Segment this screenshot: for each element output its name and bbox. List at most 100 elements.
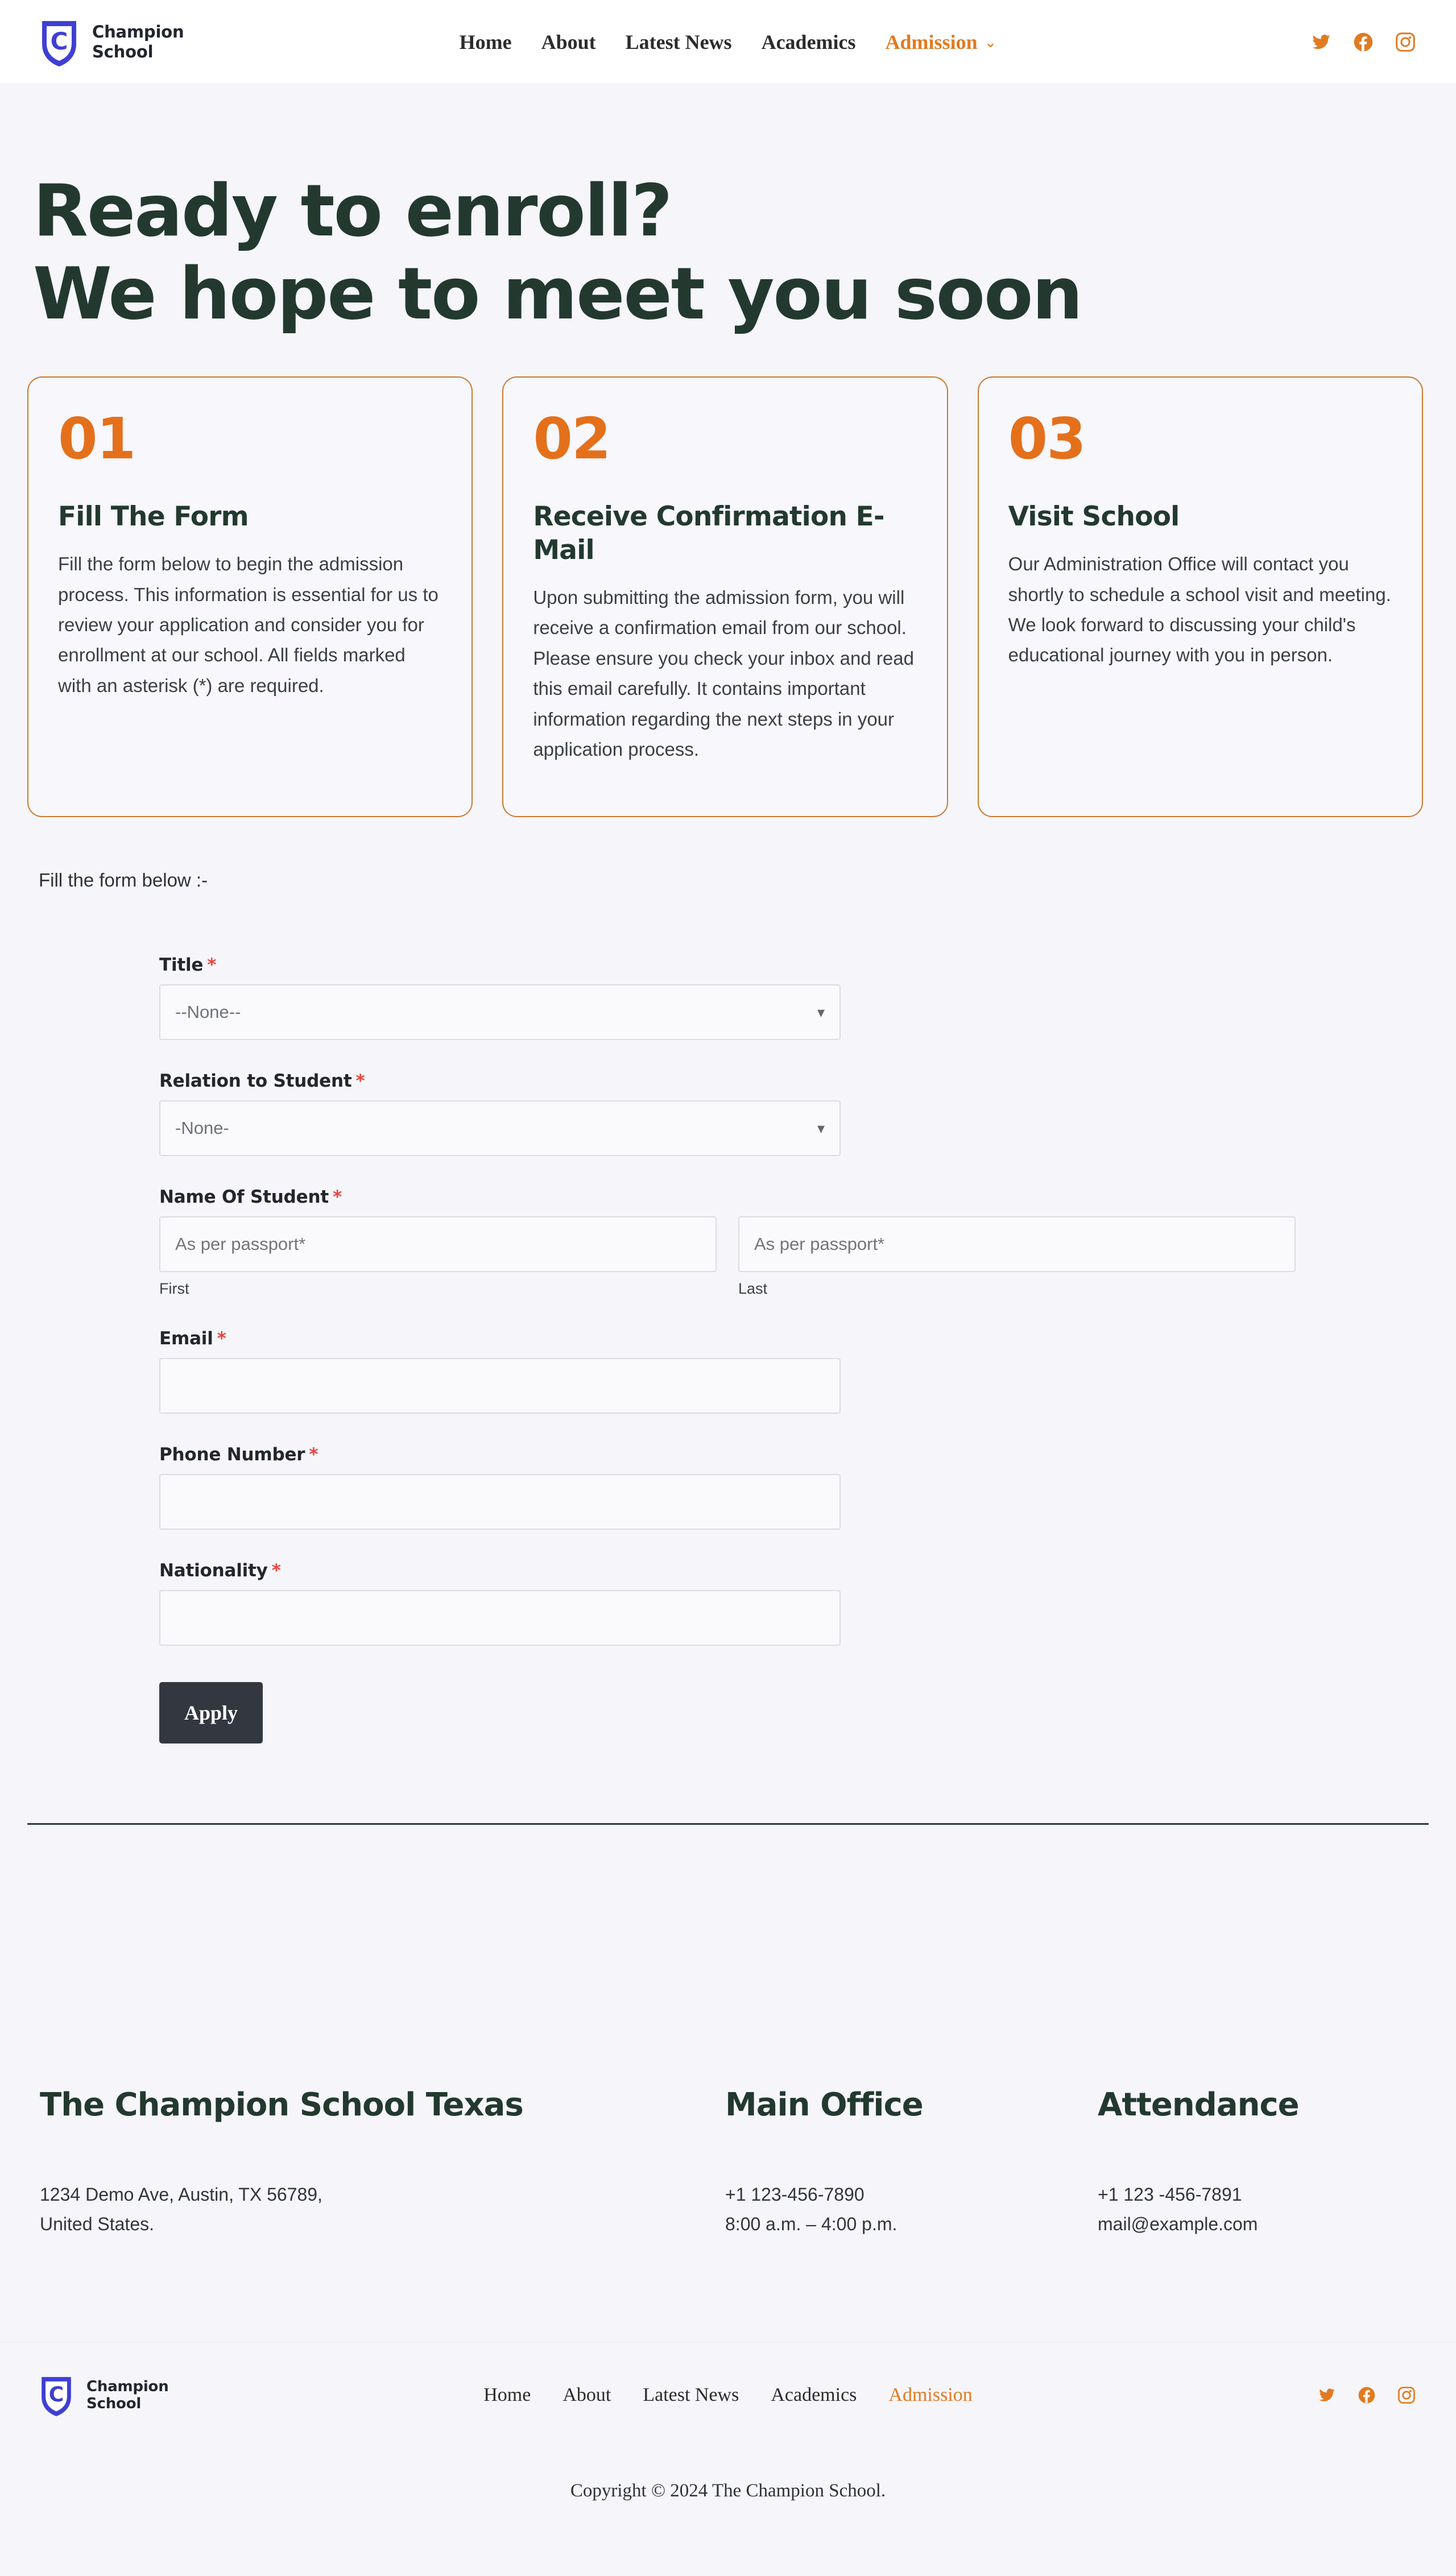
- step-number: 03: [1008, 405, 1086, 473]
- step-card-02: 02 Receive Confirmation E-Mail Upon subm…: [502, 376, 948, 818]
- svg-text:C: C: [49, 2383, 64, 2407]
- field-label-name: Name Of Student *: [159, 1187, 1456, 1207]
- relation-select[interactable]: -None- ▾: [159, 1100, 841, 1157]
- attendance-email: mail@example.com: [1098, 2214, 1258, 2235]
- form-intro-text: Fill the form below :-: [39, 869, 208, 891]
- footer-heading: The Champion School Texas: [40, 2086, 524, 2124]
- nav-item-latest-news[interactable]: Latest News: [626, 30, 732, 54]
- step-number: 02: [533, 405, 611, 473]
- footer-info: The Champion School Texas 1234 Demo Ave,…: [0, 1825, 1456, 2239]
- page-title: Ready to enroll? We hope to meet you soo…: [33, 169, 1456, 336]
- primary-navigation: Home About Latest News Academics Admissi…: [460, 30, 997, 54]
- footer-col-attendance: Attendance +1 123 -456-7891 mail@example…: [1098, 2086, 1300, 2239]
- shield-c-logo-icon: C: [39, 2373, 74, 2417]
- admission-form: Title * --None-- ▾ Relation to Student * -…: [159, 955, 1456, 1744]
- brand-name: Champion School: [86, 2378, 169, 2413]
- footer-nav-item-home[interactable]: Home: [483, 2384, 531, 2406]
- main-office-hours: 8:00 a.m. – 4:00 p.m.: [725, 2214, 897, 2235]
- twitter-icon[interactable]: [1312, 32, 1331, 52]
- footer-heading: Attendance: [1098, 2086, 1300, 2124]
- nav-item-about[interactable]: About: [541, 30, 596, 54]
- label-text: Relation to Student: [159, 1071, 352, 1092]
- footer-nav-item-academics[interactable]: Academics: [771, 2384, 857, 2406]
- required-asterisk: *: [355, 1071, 365, 1092]
- label-text: Title: [159, 955, 204, 976]
- footer-social-links: [1318, 2387, 1415, 2404]
- step-number: 01: [58, 405, 136, 473]
- field-label-relation: Relation to Student *: [159, 1071, 1456, 1091]
- step-body: Our Administration Office will contact y…: [1008, 553, 1391, 666]
- copyright-text: Copyright © 2024 The Champion School.: [570, 2480, 886, 2501]
- first-name-group: First: [159, 1216, 717, 1298]
- brand-line-1: Champion: [92, 22, 184, 42]
- footer-brand-logo[interactable]: C Champion School: [39, 2373, 169, 2417]
- phone-input[interactable]: [159, 1474, 841, 1530]
- footer-col-main-office: Main Office +1 123-456-7890 8:00 a.m. – …: [725, 2086, 1098, 2239]
- field-phone-number: Phone Number *: [159, 1444, 1456, 1530]
- main-office-phone: +1 123-456-7890: [725, 2184, 864, 2205]
- brand-line-2: School: [86, 2395, 142, 2413]
- brand-name: Champion School: [92, 22, 184, 61]
- chevron-down-icon: ▾: [817, 1004, 825, 1021]
- nationality-input[interactable]: [159, 1590, 841, 1646]
- nav-item-home[interactable]: Home: [460, 30, 512, 54]
- step-body: Upon submitting the admission form, you …: [533, 586, 914, 760]
- last-name-sublabel: Last: [738, 1280, 768, 1298]
- relation-select-value: -None-: [175, 1118, 229, 1138]
- shield-c-logo-icon: C: [39, 16, 80, 68]
- footer-bar: C Champion School Home About Latest News…: [0, 2341, 1456, 2449]
- step-title: Visit School: [1008, 501, 1180, 533]
- required-asterisk: *: [207, 955, 217, 976]
- footer-navigation: Home About Latest News Academics Admissi…: [483, 2384, 973, 2406]
- field-label-nationality: Nationality *: [159, 1560, 1456, 1581]
- footer-nav-item-about[interactable]: About: [562, 2384, 611, 2406]
- required-asterisk: *: [217, 1328, 226, 1349]
- label-text: Nationality: [159, 1560, 268, 1581]
- field-email: Email *: [159, 1328, 1456, 1414]
- facebook-icon[interactable]: [1354, 32, 1373, 52]
- instagram-icon[interactable]: [1396, 32, 1415, 52]
- field-label-title: Title *: [159, 955, 1456, 975]
- name-inputs-row: First Last: [159, 1216, 1456, 1298]
- step-title: Fill The Form: [58, 501, 249, 533]
- last-name-group: Last: [738, 1216, 1296, 1298]
- field-nationality: Nationality *: [159, 1560, 1456, 1646]
- label-text: Phone Number: [159, 1444, 305, 1465]
- footer-nav-item-latest-news[interactable]: Latest News: [643, 2384, 739, 2406]
- title-select[interactable]: --None-- ▾: [159, 984, 841, 1041]
- hero-section: Ready to enroll? We hope to meet you soo…: [0, 84, 1456, 336]
- hero-line-1: Ready to enroll?: [33, 169, 673, 252]
- twitter-icon[interactable]: [1318, 2387, 1335, 2404]
- attendance-phone: +1 123 -456-7891: [1098, 2184, 1242, 2205]
- chevron-down-icon: ▾: [817, 1120, 825, 1137]
- footer-address-line-2: United States.: [40, 2214, 154, 2235]
- step-card-03: 03 Visit School Our Administration Offic…: [977, 376, 1423, 818]
- chevron-down-icon: ⌄: [984, 33, 997, 51]
- footer-nav-item-admission[interactable]: Admission: [888, 2384, 972, 2406]
- email-input[interactable]: [159, 1358, 841, 1414]
- footer-heading: Main Office: [725, 2086, 924, 2124]
- nav-item-academics[interactable]: Academics: [762, 30, 856, 54]
- step-body: Fill the form below to begin the admissi…: [58, 553, 439, 696]
- apply-button[interactable]: Apply: [159, 1682, 263, 1744]
- footer-col-school: The Champion School Texas 1234 Demo Ave,…: [40, 2086, 725, 2239]
- required-asterisk: *: [271, 1560, 281, 1581]
- instagram-icon[interactable]: [1398, 2387, 1415, 2404]
- first-name-input[interactable]: [159, 1216, 717, 1273]
- field-relation-to-student: Relation to Student * -None- ▾: [159, 1071, 1456, 1157]
- last-name-input[interactable]: [738, 1216, 1296, 1273]
- field-label-email: Email *: [159, 1328, 1456, 1349]
- step-card-01: 01 Fill The Form Fill the form below to …: [27, 376, 473, 818]
- svg-text:C: C: [51, 27, 68, 55]
- header-brand-logo[interactable]: C Champion School: [39, 16, 184, 68]
- label-text: Name Of Student: [159, 1187, 329, 1208]
- nav-item-admission[interactable]: Admission ⌄: [886, 30, 997, 54]
- brand-line-2: School: [92, 42, 154, 61]
- brand-line-1: Champion: [86, 2378, 169, 2395]
- first-name-sublabel: First: [159, 1280, 189, 1298]
- field-label-phone: Phone Number *: [159, 1444, 1456, 1465]
- facebook-icon[interactable]: [1358, 2387, 1375, 2404]
- step-title: Receive Confirmation E-Mail: [533, 501, 884, 566]
- title-select-value: --None--: [175, 1002, 241, 1022]
- hero-line-2: We hope to meet you soon: [33, 252, 1083, 336]
